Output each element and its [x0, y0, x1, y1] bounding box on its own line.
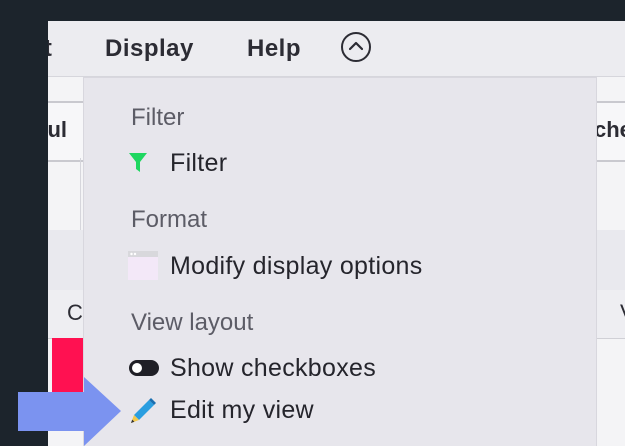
pencil-icon [128, 395, 162, 425]
menu-item-help[interactable]: Help [247, 21, 301, 76]
section-title-format: Format [131, 206, 208, 233]
option-label: Filter [170, 148, 228, 177]
table-header-left: dul [48, 117, 67, 142]
option-modify-display[interactable]: Modify display options [128, 248, 568, 284]
toggle-icon [128, 353, 162, 383]
option-filter[interactable]: Filter [128, 145, 568, 181]
top-strip [48, 0, 625, 21]
option-edit-my-view[interactable]: Edit my view [128, 392, 568, 428]
table-header-right: che [594, 117, 625, 142]
menubar: rt Display Help [48, 21, 625, 77]
filter-icon [128, 148, 162, 178]
display-dropdown-menu: Filter Filter Format Modify display opti… [84, 78, 596, 446]
chevron-up-circle-icon[interactable] [341, 32, 371, 62]
section-title-view-layout: View layout [131, 309, 254, 336]
option-label: Modify display options [170, 251, 423, 280]
window-icon [128, 251, 162, 281]
option-show-checkboxes[interactable]: Show checkboxes [128, 350, 568, 386]
option-label: Edit my view [170, 395, 314, 424]
menu-item-export[interactable]: rt [48, 21, 52, 76]
option-label: Show checkboxes [170, 353, 377, 382]
column-label-right: V [620, 300, 625, 326]
section-title-filter: Filter [131, 104, 185, 131]
pointer-arrow-icon [18, 377, 121, 446]
column-divider [80, 158, 81, 230]
column-label-left: C [67, 300, 83, 325]
menu-item-display[interactable]: Display [105, 21, 194, 76]
